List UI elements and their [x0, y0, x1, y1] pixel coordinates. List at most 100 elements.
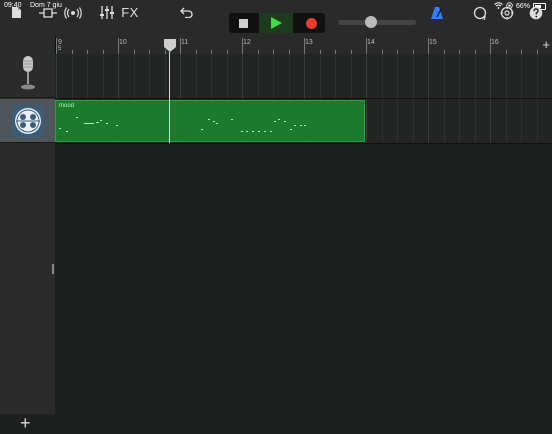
midi-note: [208, 119, 210, 120]
metronome-icon[interactable]: [429, 3, 445, 22]
bar-number: 16: [491, 39, 499, 46]
grid-line: [521, 99, 522, 143]
midi-note: [294, 125, 296, 126]
grid-line: [536, 99, 538, 143]
add-section-button[interactable]: +: [542, 37, 550, 52]
grid-line: [366, 99, 367, 143]
timeline-ruler[interactable]: 9 5 10 11 12 13 14 15 16 +: [55, 36, 552, 55]
bar-number: 14: [367, 39, 375, 46]
grid-line: [459, 54, 460, 98]
drum-pad-icon: [11, 104, 44, 137]
grid-line: [149, 54, 150, 98]
fx-button[interactable]: FX: [121, 3, 139, 22]
midi-note: [59, 128, 61, 129]
grid-line: [412, 99, 414, 143]
grid-line: [226, 54, 228, 98]
bar-sub-label: 5: [58, 46, 62, 52]
ruler-tick: [428, 38, 429, 54]
track-header-drums[interactable]: [0, 99, 55, 143]
midi-note: [290, 129, 292, 130]
midi-note: [300, 125, 302, 126]
mixer-icon[interactable]: [98, 3, 116, 22]
grid-line: [350, 54, 352, 98]
browser-icon[interactable]: [38, 3, 58, 22]
grid-line: [133, 54, 135, 98]
grid-line: [180, 54, 181, 98]
midi-note: [264, 131, 266, 132]
region-mood[interactable]: mood: [55, 100, 365, 142]
tracks-area: mood: [55, 54, 552, 414]
midi-note: [76, 117, 78, 118]
midi-note: [284, 121, 286, 122]
grid-line: [242, 54, 243, 98]
grid-line: [521, 54, 522, 98]
grid-line: [428, 54, 429, 98]
midi-note: [216, 123, 218, 124]
grid-line: [397, 99, 398, 143]
bar-number: 13: [305, 39, 313, 46]
grid-line: [490, 54, 491, 98]
grid-line: [397, 54, 398, 98]
record-button[interactable]: [297, 13, 325, 33]
midi-note: [231, 119, 233, 120]
add-track-button[interactable]: +: [20, 413, 31, 434]
midi-note: [270, 131, 272, 132]
grid-line: [490, 99, 491, 143]
volume-knob[interactable]: [364, 16, 377, 28]
midi-note: [278, 119, 280, 120]
midi-note: [84, 123, 94, 124]
midi-note: [100, 120, 102, 121]
bar-number: 10: [119, 39, 127, 46]
track-headers: +: [0, 36, 56, 433]
midi-note: [241, 131, 243, 132]
grid-line: [381, 54, 383, 98]
record-icon: [305, 17, 317, 29]
grid-line: [304, 54, 305, 98]
grid-line: [257, 54, 259, 98]
midi-note: [252, 131, 254, 132]
ruler-tick: [180, 38, 181, 54]
playhead[interactable]: [163, 39, 177, 58]
midi-note: [116, 125, 118, 126]
undo-icon[interactable]: [178, 3, 194, 22]
grid-line: [428, 99, 429, 143]
midi-note: [304, 125, 306, 126]
stop-button[interactable]: [229, 13, 257, 33]
grid-line: [459, 99, 460, 143]
play-icon: [270, 17, 282, 29]
grid-line: [474, 99, 476, 143]
my-songs-icon[interactable]: [8, 3, 24, 22]
midi-note: [274, 121, 276, 122]
bar-number: 11: [181, 39, 189, 46]
grid-line: [319, 54, 321, 98]
grid-line: [443, 54, 445, 98]
track-header-audio-recorder[interactable]: [0, 54, 55, 98]
grid-line: [412, 54, 414, 98]
grid-line: [118, 54, 119, 98]
grid-line: [87, 54, 88, 98]
midi-note: [213, 121, 215, 122]
grid-line: [505, 54, 507, 98]
resize-handle[interactable]: [52, 264, 54, 274]
grid-line: [474, 54, 476, 98]
grid-line: [71, 54, 73, 98]
midi-note: [201, 129, 203, 130]
stop-icon: [238, 18, 248, 28]
smart-controls-icon[interactable]: [63, 3, 83, 22]
ruler-tick: [490, 38, 491, 54]
master-volume-slider[interactable]: [338, 16, 416, 28]
help-icon[interactable]: [528, 3, 544, 22]
tempo-settings-icon[interactable]: [499, 3, 515, 22]
ruler-tick: [304, 38, 305, 54]
ruler-tick: [56, 38, 57, 54]
ruler-tick: [366, 38, 367, 54]
bar-number: 15: [429, 39, 437, 46]
ruler-tick: [242, 38, 243, 54]
grid-line: [56, 54, 57, 98]
grid-line: [102, 54, 104, 98]
loop-icon[interactable]: [472, 3, 488, 22]
midi-note: [96, 122, 99, 123]
microphone-icon: [20, 56, 36, 95]
play-button[interactable]: [259, 13, 293, 33]
track-lane-audio-recorder[interactable]: [55, 54, 552, 99]
